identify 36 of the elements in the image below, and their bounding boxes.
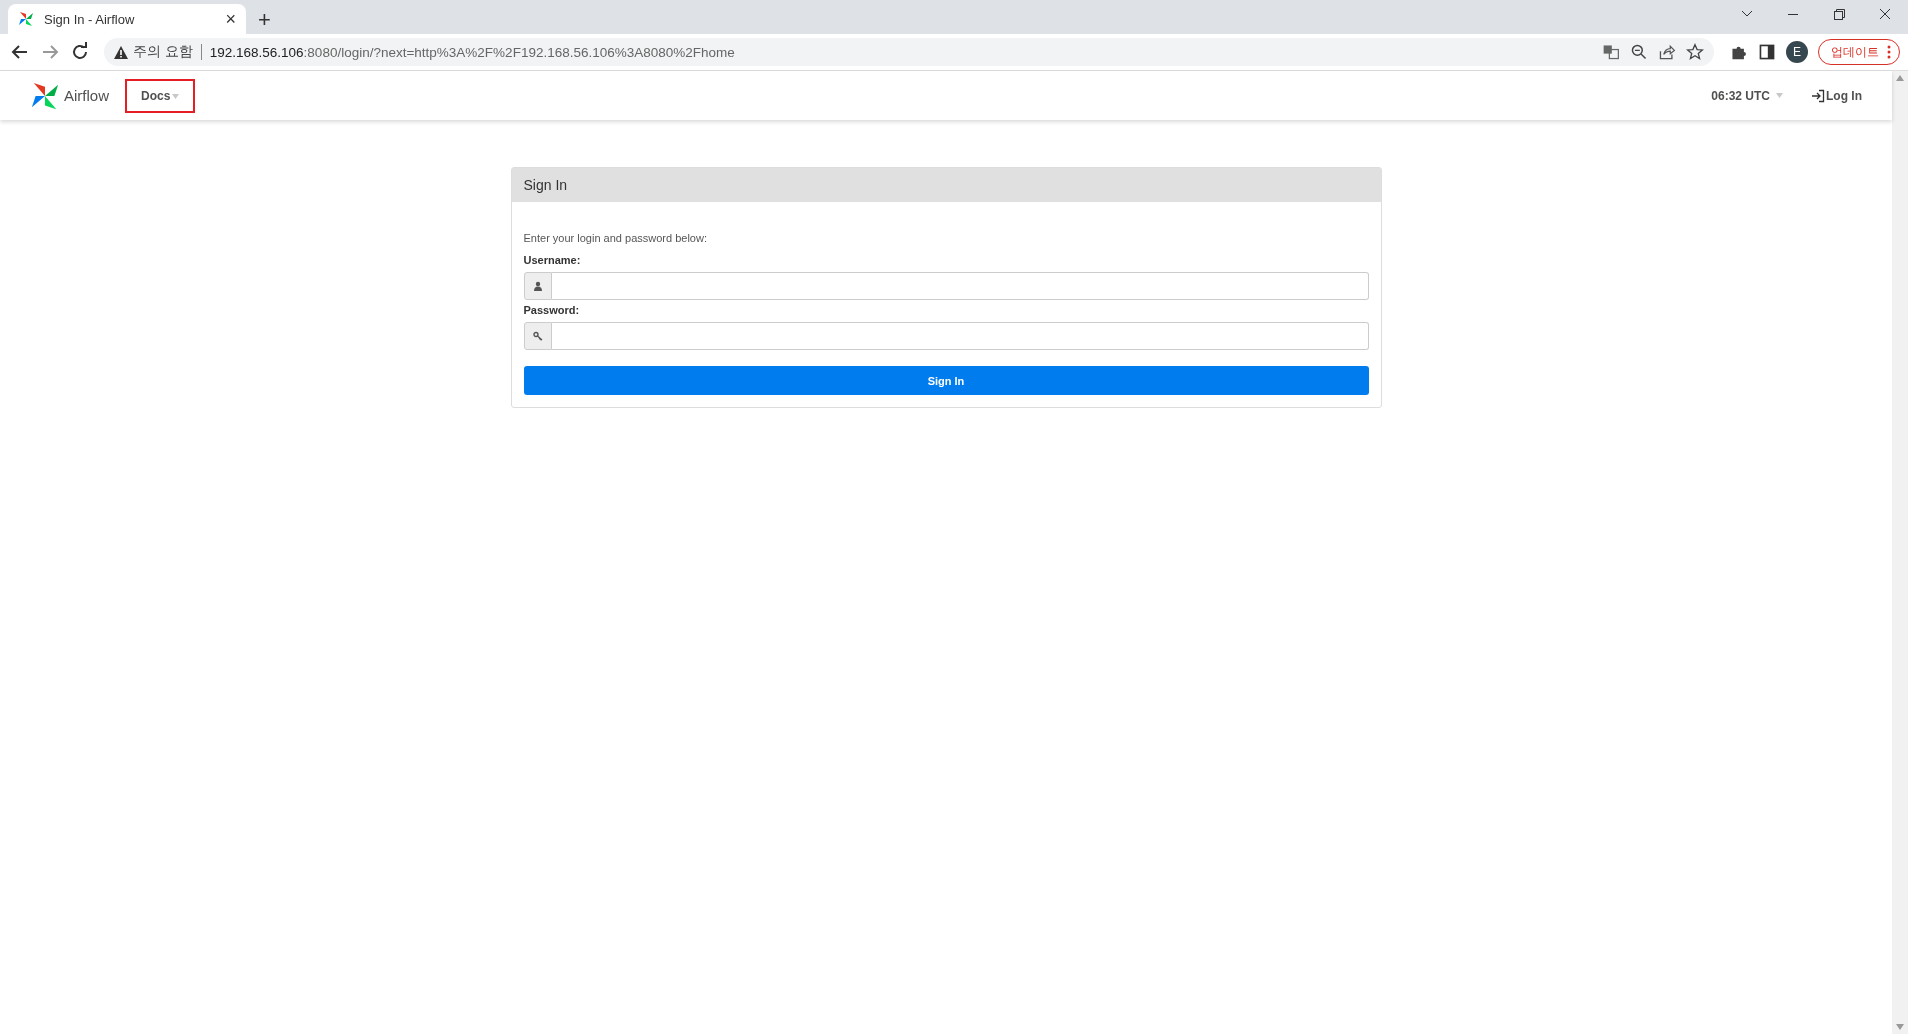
card-title: Sign In (523, 177, 568, 193)
username-field[interactable] (551, 272, 1369, 300)
tab-title: Sign In - Airflow (44, 11, 136, 27)
time-dropdown[interactable]: 06:32 UTC (1711, 88, 1783, 103)
side-panel-icon[interactable] (1758, 43, 1776, 61)
login-link[interactable]: Log In (1811, 88, 1862, 103)
sign-in-button[interactable]: Sign In (523, 366, 1369, 395)
browser-tab[interactable]: Sign In - Airflow × (8, 4, 246, 34)
password-field[interactable] (551, 322, 1369, 350)
update-button[interactable]: 업데이트 (1818, 39, 1900, 65)
url-text: 192.168.56.106:8080/login/?next=http%3A%2F%2F192.168.56.106%3A8080%2Fhome (209, 44, 736, 60)
pinwheel-logo[interactable] (30, 80, 60, 111)
share-icon[interactable] (1658, 43, 1676, 61)
warning-icon (114, 45, 128, 59)
field-label: Username: (523, 254, 582, 266)
intro-text: Enter your login and password below: (523, 232, 708, 244)
translate-icon[interactable] (1602, 43, 1620, 61)
zoom-out-icon[interactable] (1630, 43, 1648, 61)
more-icon (1887, 45, 1891, 59)
field-label: Password: (523, 304, 581, 316)
address-bar[interactable]: 주의 요함 192.168.56.106:8080/login/?next=http%3A%2F%2F192.168.56.106%3A8080%2Fhome (104, 38, 1714, 66)
scrollbar[interactable] (1892, 71, 1908, 1034)
brand-name[interactable]: Airflow (64, 87, 109, 104)
new-tab-button[interactable]: + (258, 9, 271, 31)
close-tab-button[interactable]: × (225, 10, 236, 28)
star-icon[interactable] (1686, 43, 1704, 61)
profile-avatar[interactable]: E (1786, 41, 1808, 63)
caret-icon (1776, 93, 1783, 98)
docs-menu[interactable]: Docs (125, 78, 196, 113)
pinwheel-icon (18, 11, 34, 27)
scroll-down-icon[interactable] (1896, 1024, 1904, 1030)
scroll-up-icon[interactable] (1896, 75, 1904, 81)
caret-icon (172, 93, 180, 99)
security-warning: 주의 요함 (133, 43, 193, 61)
user-icon (532, 281, 543, 291)
sign-in-icon (1811, 88, 1825, 103)
